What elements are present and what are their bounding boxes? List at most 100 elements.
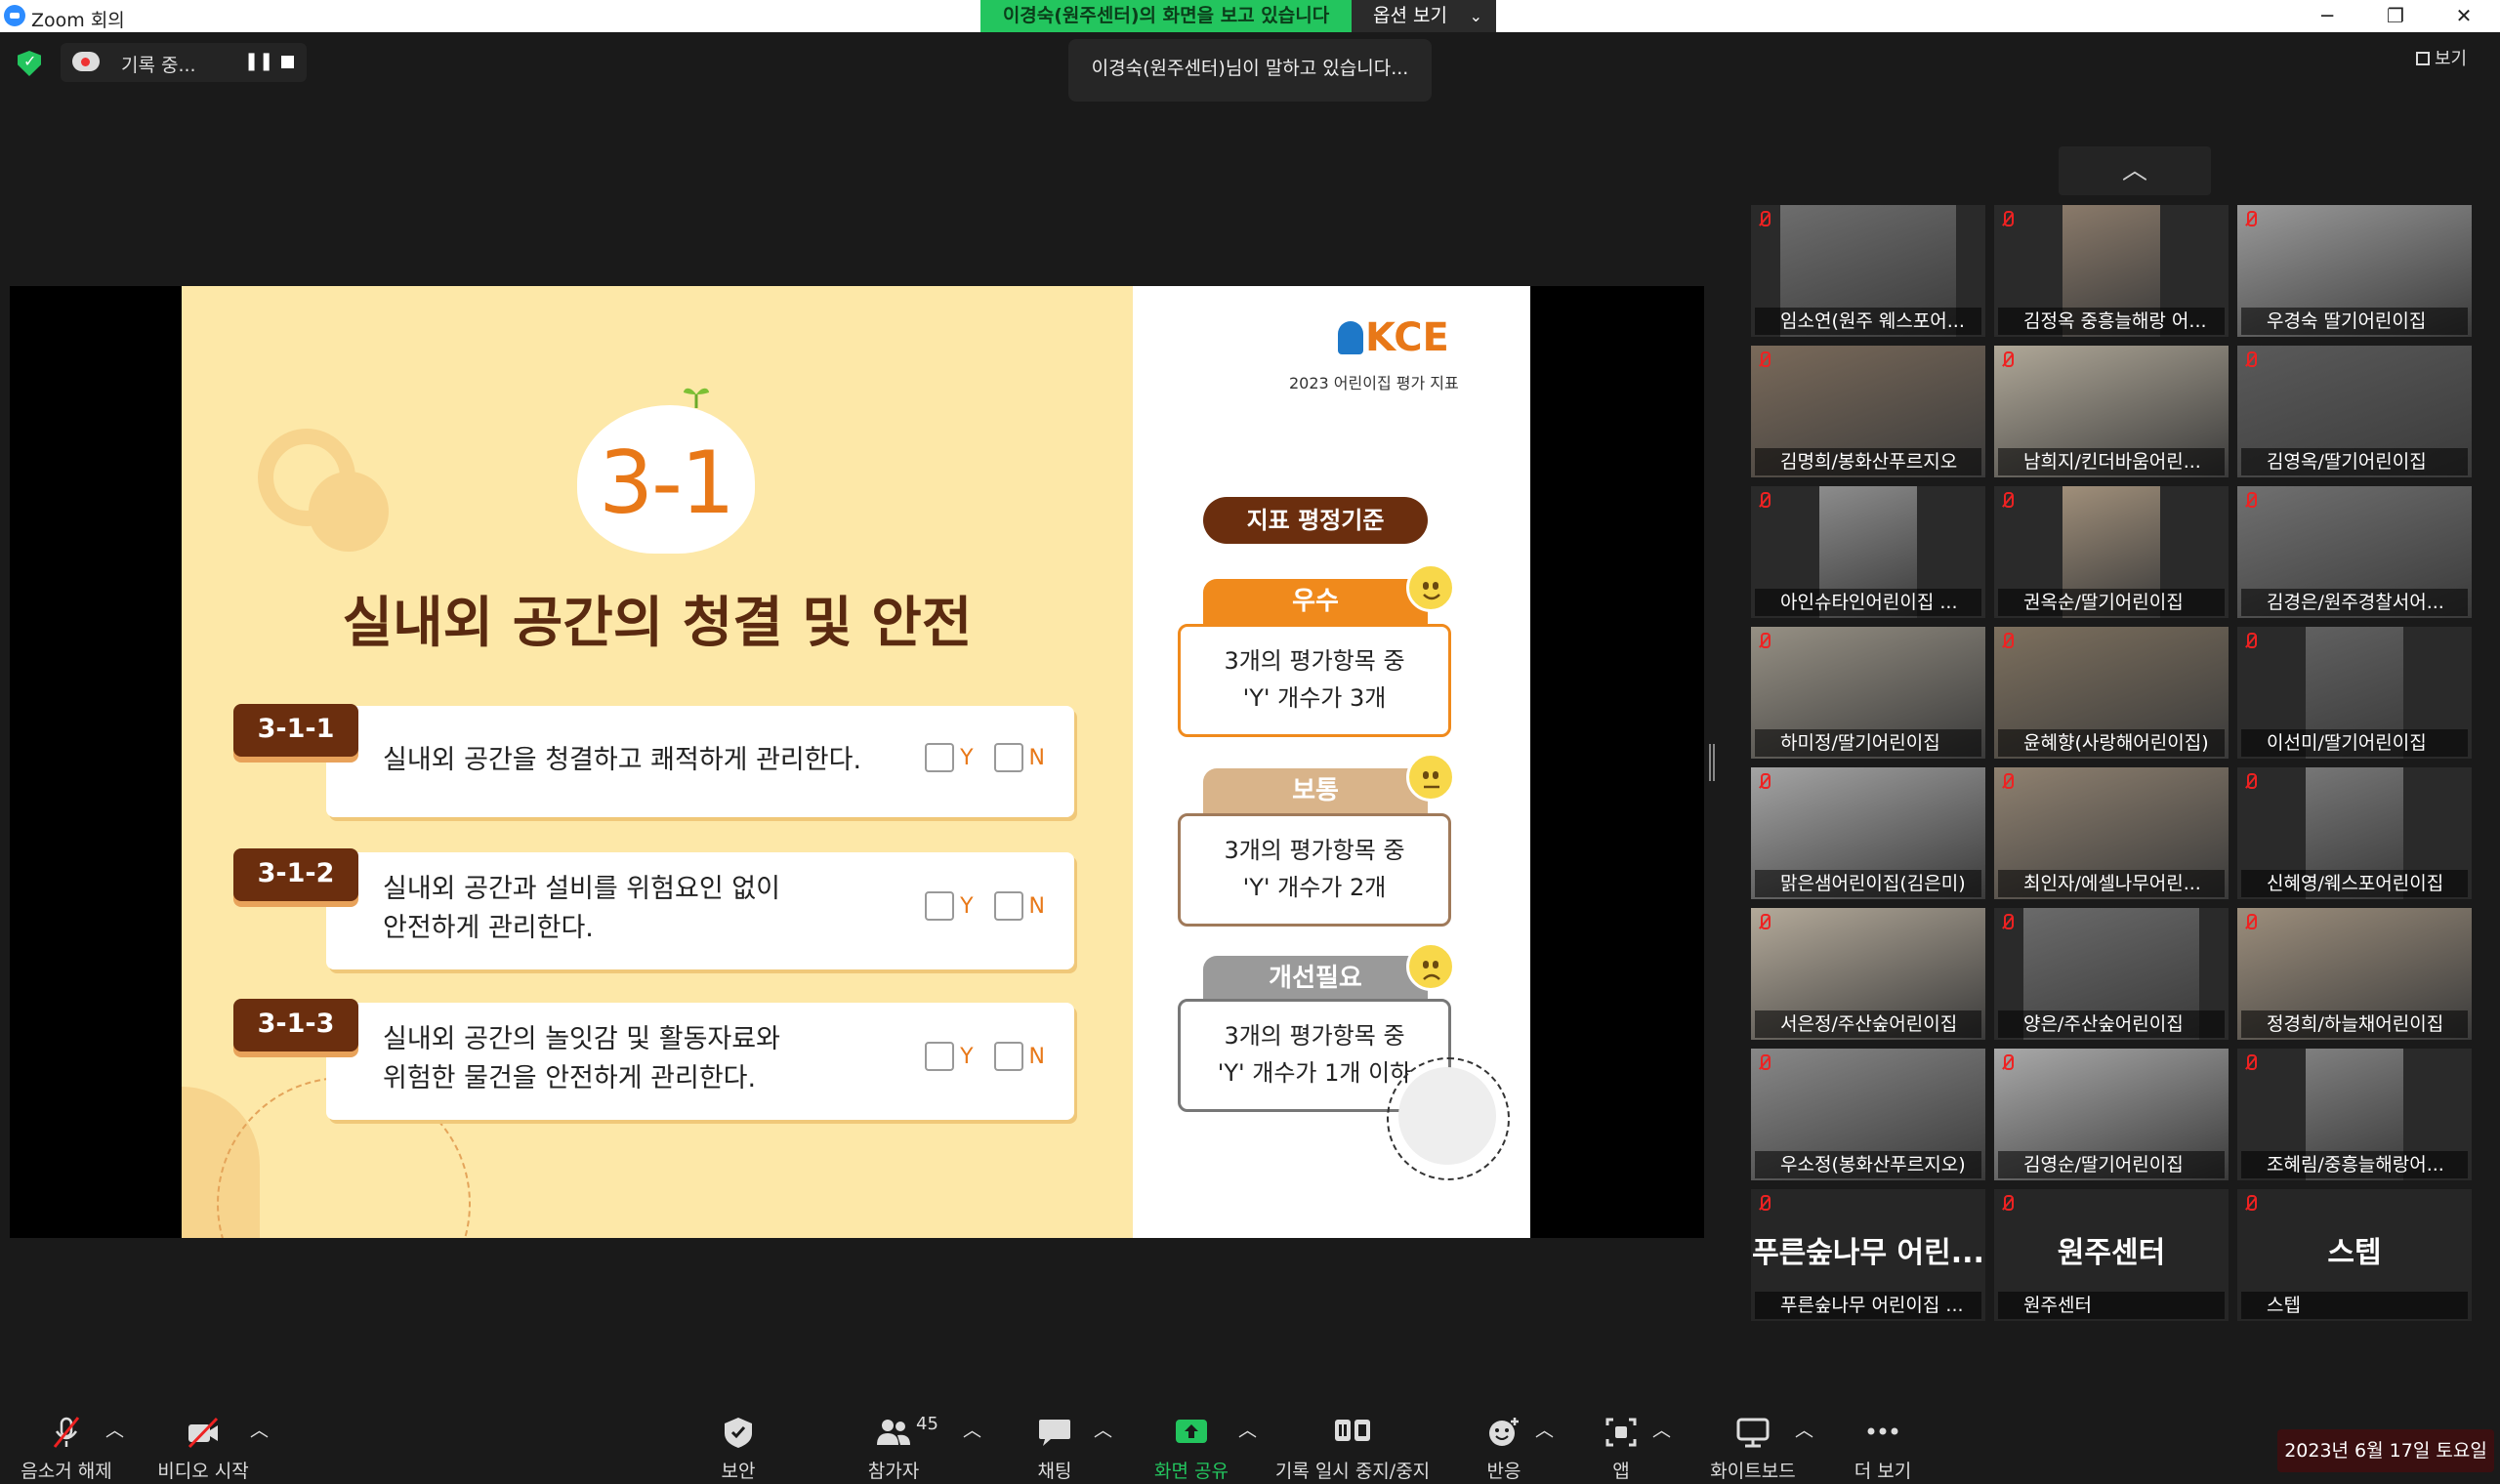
participant-name: 김경은/원주경찰서어... bbox=[2241, 589, 2468, 616]
apps-chevron-icon[interactable]: ︿ bbox=[1652, 1416, 1671, 1442]
reactions-chevron-icon[interactable]: ︿ bbox=[1535, 1416, 1554, 1442]
happy-face-icon bbox=[1406, 563, 1455, 612]
view-button[interactable]: 보기 bbox=[2416, 45, 2467, 70]
chat-chevron-icon[interactable]: ︿ bbox=[1094, 1416, 1112, 1442]
view-options-button[interactable]: 옵션 보기 ⌄ bbox=[1352, 0, 1496, 32]
participant-name: 우경숙 딸기어린이집 bbox=[2241, 308, 2468, 335]
mic-muted-icon bbox=[1757, 492, 1771, 510]
security-button[interactable]: 보안 bbox=[699, 1416, 777, 1483]
view-button-label: 보기 bbox=[2435, 49, 2468, 69]
gallery-scroll-up-button[interactable]: ︿ bbox=[2059, 146, 2211, 195]
share-screen-button[interactable]: 화면 공유 bbox=[1143, 1416, 1240, 1483]
mic-muted-icon bbox=[2243, 773, 2257, 791]
chat-button[interactable]: 채팅 bbox=[1016, 1416, 1094, 1483]
item-text: 실내외 공간을 청결하고 쾌적하게 관리한다. bbox=[383, 745, 862, 775]
participant-tile[interactable]: 권옥순/딸기어린이집 bbox=[1994, 486, 2229, 618]
indicator-item: 실내외 공간의 놀잇감 및 활동자료와 위험한 물건을 안전하게 관리한다. Y… bbox=[326, 1003, 1074, 1120]
participant-display-name: 푸른숲나무 어린... bbox=[1752, 1236, 1984, 1270]
pause-stop-record-button[interactable]: 기록 일시 중지/중지 bbox=[1270, 1416, 1436, 1483]
participant-name: 이선미/딸기어린이집 bbox=[2241, 729, 2468, 757]
share-options-chevron-icon[interactable]: ︿ bbox=[1238, 1416, 1257, 1442]
participant-tile[interactable]: 윤혜향(사랑해어린이집) bbox=[1994, 627, 2229, 759]
participant-display-name: 원주센터 bbox=[2057, 1236, 2166, 1270]
participant-tile[interactable]: 이선미/딸기어린이집 bbox=[2237, 627, 2472, 759]
y-checkbox bbox=[925, 1042, 955, 1071]
participant-tile[interactable]: 남희지/킨더바움어린... bbox=[1994, 346, 2229, 477]
item-code: 3-1-3 bbox=[233, 999, 358, 1051]
participant-tile[interactable]: 우소정(봉화산푸르지오) bbox=[1751, 1049, 1985, 1180]
start-video-label: 비디오 시작 bbox=[157, 1461, 249, 1482]
participant-tile[interactable]: 임소연(원주 웨스포어... bbox=[1751, 205, 1985, 337]
minimize-icon[interactable]: ─ bbox=[2293, 0, 2361, 32]
participants-label: 참가자 bbox=[867, 1461, 920, 1482]
chevron-up-icon: ︿ bbox=[2121, 156, 2147, 186]
participants-chevron-icon[interactable]: ︿ bbox=[963, 1416, 981, 1442]
zoom-logo-icon bbox=[4, 5, 25, 26]
participant-name: 맑은샘어린이집(김은미) bbox=[1755, 870, 1981, 897]
slide-title: 실내외 공간의 청결 및 안전 bbox=[342, 592, 973, 655]
chevron-down-icon: ⌄ bbox=[1469, 7, 1482, 25]
participant-tile[interactable]: 서은정/주산숲어린이집 bbox=[1751, 908, 1985, 1040]
participant-name: 윤혜향(사랑해어린이집) bbox=[1998, 729, 2225, 757]
security-label: 보안 bbox=[721, 1461, 756, 1482]
neutral-face-icon bbox=[1406, 753, 1455, 802]
close-icon[interactable]: ✕ bbox=[2430, 0, 2498, 32]
reactions-button[interactable]: 반응 bbox=[1465, 1416, 1543, 1483]
mic-muted-icon bbox=[1757, 1195, 1771, 1213]
pause-record-icon[interactable]: ❚❚ bbox=[244, 51, 273, 71]
participant-name: 임소연(원주 웨스포어... bbox=[1755, 308, 1981, 335]
n-checkbox bbox=[993, 891, 1023, 921]
participant-tile[interactable]: 김영옥/딸기어린이집 bbox=[2237, 346, 2472, 477]
participant-tile[interactable]: 우경숙 딸기어린이집 bbox=[2237, 205, 2472, 337]
video-options-chevron-icon[interactable]: ︿ bbox=[250, 1416, 269, 1442]
participant-tile[interactable]: 김정옥 중흥늘해랑 어... bbox=[1994, 205, 2229, 337]
decor-dot bbox=[309, 472, 389, 552]
audio-options-chevron-icon[interactable]: ︿ bbox=[105, 1416, 124, 1442]
item-text-line2: 안전하게 관리한다. bbox=[383, 913, 594, 943]
apps-label: 앱 bbox=[1612, 1461, 1630, 1482]
section-number: 3-1 bbox=[599, 433, 735, 533]
participant-tile[interactable]: 김명희/봉화산푸르지오 bbox=[1751, 346, 1985, 477]
maximize-icon[interactable]: ❐ bbox=[2361, 0, 2430, 32]
mic-muted-icon bbox=[2243, 914, 2257, 931]
whiteboard-chevron-icon[interactable]: ︿ bbox=[1795, 1416, 1813, 1442]
more-button[interactable]: 더 보기 bbox=[1844, 1416, 1922, 1483]
whiteboard-button[interactable]: 화이트보드 bbox=[1699, 1416, 1807, 1483]
participant-tile-no-video[interactable]: 원주센터 원주센터 bbox=[1994, 1189, 2229, 1321]
whiteboard-label: 화이트보드 bbox=[1710, 1461, 1796, 1482]
y-label: Y bbox=[960, 746, 974, 770]
window-title: Zoom 회의 bbox=[31, 10, 125, 31]
participant-tile-no-video[interactable]: 스텝 스텝 bbox=[2237, 1189, 2472, 1321]
criteria-title: 지표 평정기준 bbox=[1203, 497, 1428, 544]
participant-tile[interactable]: 조혜림/중흥늘해랑어... bbox=[2237, 1049, 2472, 1180]
share-screen-icon bbox=[1176, 1420, 1207, 1443]
start-video-button[interactable]: 비디오 시작 bbox=[145, 1416, 262, 1483]
participant-tile[interactable]: 아인슈타인어린이집 ... bbox=[1751, 486, 1985, 618]
grade-line2: 'Y' 개수가 3개 bbox=[1242, 684, 1387, 712]
participant-name: 우소정(봉화산푸르지오) bbox=[1755, 1151, 1981, 1178]
apps-icon bbox=[1605, 1418, 1637, 1447]
participant-tile[interactable]: 하미정/딸기어린이집 bbox=[1751, 627, 1985, 759]
mic-muted-icon bbox=[1757, 914, 1771, 931]
participant-tile[interactable]: 정경희/하늘채어린이집 bbox=[2237, 908, 2472, 1040]
n-checkbox bbox=[993, 743, 1023, 772]
stop-record-icon[interactable] bbox=[281, 56, 294, 68]
encryption-shield-icon[interactable] bbox=[18, 51, 41, 76]
participant-tile[interactable]: 김영순/딸기어린이집 bbox=[1994, 1049, 2229, 1180]
split-resize-handle[interactable] bbox=[1709, 744, 1715, 781]
indicator-item: 실내외 공간과 설비를 위험요인 없이 안전하게 관리한다. Y N bbox=[326, 852, 1074, 969]
participant-tile[interactable]: 양은/주산숲어린이집 bbox=[1994, 908, 2229, 1040]
participant-tile[interactable]: 김경은/원주경찰서어... bbox=[2237, 486, 2472, 618]
meeting-toolbar: 음소거 해제 ︿ 비디오 시작 ︿ 보안 참가자 45 ︿ 채팅 ︿ 화면 공유… bbox=[0, 1396, 2500, 1484]
participants-icon bbox=[877, 1420, 910, 1445]
video-off-icon bbox=[188, 1417, 219, 1449]
grid-icon bbox=[2416, 52, 2430, 65]
participant-tile-no-video[interactable]: 푸른숲나무 어린... 푸른숲나무 어린이집 ... bbox=[1751, 1189, 1985, 1321]
participant-tile[interactable]: 최인자/에셀나무어린... bbox=[1994, 767, 2229, 899]
yn-checkboxes: Y N bbox=[911, 743, 1045, 772]
apps-button[interactable]: 앱 bbox=[1582, 1416, 1660, 1483]
participant-tile[interactable]: 신혜영/웨스포어린이집 bbox=[2237, 767, 2472, 899]
mic-muted-icon bbox=[2243, 1054, 2257, 1072]
participant-tile[interactable]: 맑은샘어린이집(김은미) bbox=[1751, 767, 1985, 899]
sprout-icon bbox=[684, 388, 709, 408]
